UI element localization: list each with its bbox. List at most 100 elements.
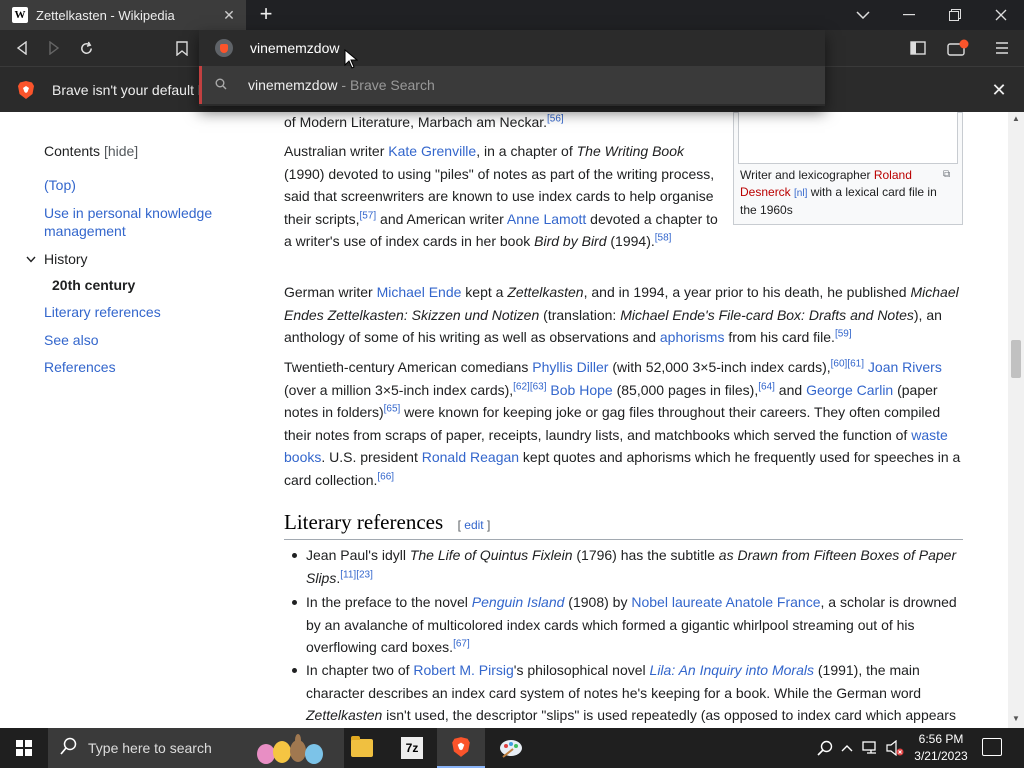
menu-icon[interactable] [990,36,1014,60]
scroll-thumb[interactable] [1011,340,1021,378]
address-bar-dropdown: vinememzdow - Brave Search [199,30,825,106]
text: (1796) has the subtitle [572,547,719,563]
link-kate-grenville[interactable]: Kate Grenville [388,143,476,159]
restore-button[interactable] [932,0,978,30]
citation-65[interactable]: [65] [384,403,401,414]
brave-search-engine-icon [215,39,233,57]
webpage-viewport: Contents [hide] (Top) Use in personal kn… [0,112,1024,728]
taskbar-clock[interactable]: 6:56 PM 3/21/2023 [906,731,976,765]
tab-zettelkasten[interactable]: W Zettelkasten - Wikipedia ✕ [0,0,246,30]
wallet-icon[interactable] [946,36,970,60]
citation-56[interactable]: [56] [547,113,564,124]
chevron-down-icon[interactable] [26,250,36,268]
new-tab-button[interactable]: + [254,3,278,27]
link-penguin-island[interactable]: Penguin Island [472,594,565,610]
toc-item-history[interactable]: History [44,251,88,267]
text: Australian writer [284,143,389,159]
link-bob-hope[interactable]: Bob Hope [550,382,612,398]
brave-logo-icon [18,81,34,99]
citation-23[interactable]: [23] [356,569,373,580]
windows-taskbar: Type here to search 7z 6:56 PM 3/21/2023 [0,728,1024,768]
book-title: Michael Ende's File-card Box: Drafts and… [620,306,914,323]
back-icon[interactable] [10,36,34,60]
search-icon[interactable] [814,728,836,768]
citation-60[interactable]: [60] [831,358,848,369]
chevron-up-icon[interactable] [838,728,856,768]
link-robert-pirsig[interactable]: Robert M. Pirsig [413,662,513,678]
link-george-carlin[interactable]: George Carlin [806,382,893,398]
windows-logo-icon [16,740,32,756]
tab-search-dropdown-icon[interactable] [840,0,886,30]
link-anne-lamott[interactable]: Anne Lamott [507,211,586,227]
citation-57[interactable]: [57] [359,210,376,221]
taskbar-search-placeholder: Type here to search [88,740,212,756]
citation-61[interactable]: [61] [847,358,864,369]
text: Twentieth-century American comedians [284,359,533,375]
toc-item-see-also[interactable]: See also [44,331,98,349]
link-michael-ende[interactable]: Michael Ende [377,284,462,300]
toc-item-references[interactable]: References [44,358,116,376]
toc-item-literary[interactable]: Literary references [44,303,161,321]
forward-icon[interactable] [42,36,66,60]
text: (over a million 3×5-inch index cards), [284,381,514,398]
edit-link[interactable]: edit [464,518,483,532]
minimize-button[interactable] [886,0,932,30]
citation-58[interactable]: [58] [655,232,672,243]
citation-67[interactable]: [67] [453,638,470,649]
section-edit: [ edit ] [458,518,491,532]
text: . U.S. president [321,449,422,465]
omnibox-suggestion[interactable]: vinememzdow - Brave Search [199,66,825,104]
text: and [774,381,807,398]
citation-62[interactable]: [62] [513,381,530,392]
scroll-up-arrow-icon[interactable]: ▲ [1012,114,1020,123]
link-ronald-reagan[interactable]: Ronald Reagan [422,449,519,465]
page-scrollbar[interactable]: ▲ ▼ [1008,112,1024,728]
close-window-button[interactable] [978,0,1024,30]
paint-icon[interactable] [487,728,535,768]
toc-item-20th-century[interactable]: 20th century [52,276,135,294]
link-lila[interactable]: Lila: An Inquiry into Morals [650,662,814,678]
text: In chapter two of [306,662,414,678]
network-icon[interactable] [860,728,882,768]
start-button[interactable] [0,728,48,768]
volume-muted-icon[interactable] [884,728,906,768]
caption-text: Writer and lexicographer [740,168,874,182]
text: Jean Paul's idyll [306,547,410,563]
address-bar[interactable] [199,30,825,66]
bookmark-icon[interactable] [170,36,194,60]
infobar-close-icon[interactable]: ✕ [988,79,1010,101]
citation-11[interactable]: [11] [340,569,356,580]
scroll-down-arrow-icon[interactable]: ▼ [1012,714,1020,723]
address-input[interactable] [250,40,790,56]
caption-link-nl[interactable]: [nl] [794,188,807,199]
text: German writer [284,284,377,300]
toc-item-top[interactable]: (Top) [44,176,76,194]
figure-image[interactable] [738,112,958,164]
file-explorer-icon[interactable] [338,728,386,768]
toc-item-pkm[interactable]: Use in personal knowledge management [44,204,234,240]
citation-66[interactable]: [66] [377,471,394,482]
taskbar-search[interactable]: Type here to search [48,728,344,768]
figure-caption: Writer and lexicographer Roland Desnerck… [740,167,955,219]
link-phyllis-diller[interactable]: Phyllis Diller [532,359,608,375]
section-title: Literary references [284,510,444,534]
citation-64[interactable]: [64] [758,381,775,392]
wikipedia-favicon-icon: W [12,7,28,23]
link-joan-rivers[interactable]: Joan Rivers [868,359,942,375]
citation-63[interactable]: [63] [530,381,547,392]
folder-icon [351,736,373,757]
list-item: In the preface to the novel Penguin Isla… [292,591,963,659]
brave-icon[interactable] [437,728,485,768]
reload-icon[interactable] [74,36,98,60]
link-anatole-france[interactable]: Anatole France [726,594,821,610]
toc-hide-link[interactable]: hide [108,143,134,159]
citation-59[interactable]: [59] [835,328,852,339]
7zip-icon[interactable]: 7z [388,728,436,768]
text: from his card file. [724,329,835,345]
tab-close-icon[interactable]: ✕ [220,6,238,24]
link-nobel-laureate[interactable]: Nobel laureate [631,594,722,610]
text: , in a chapter of [476,143,577,159]
notification-center-icon[interactable] [982,738,1002,756]
sidebar-icon[interactable] [906,36,930,60]
link-aphorisms[interactable]: aphorisms [660,329,725,345]
